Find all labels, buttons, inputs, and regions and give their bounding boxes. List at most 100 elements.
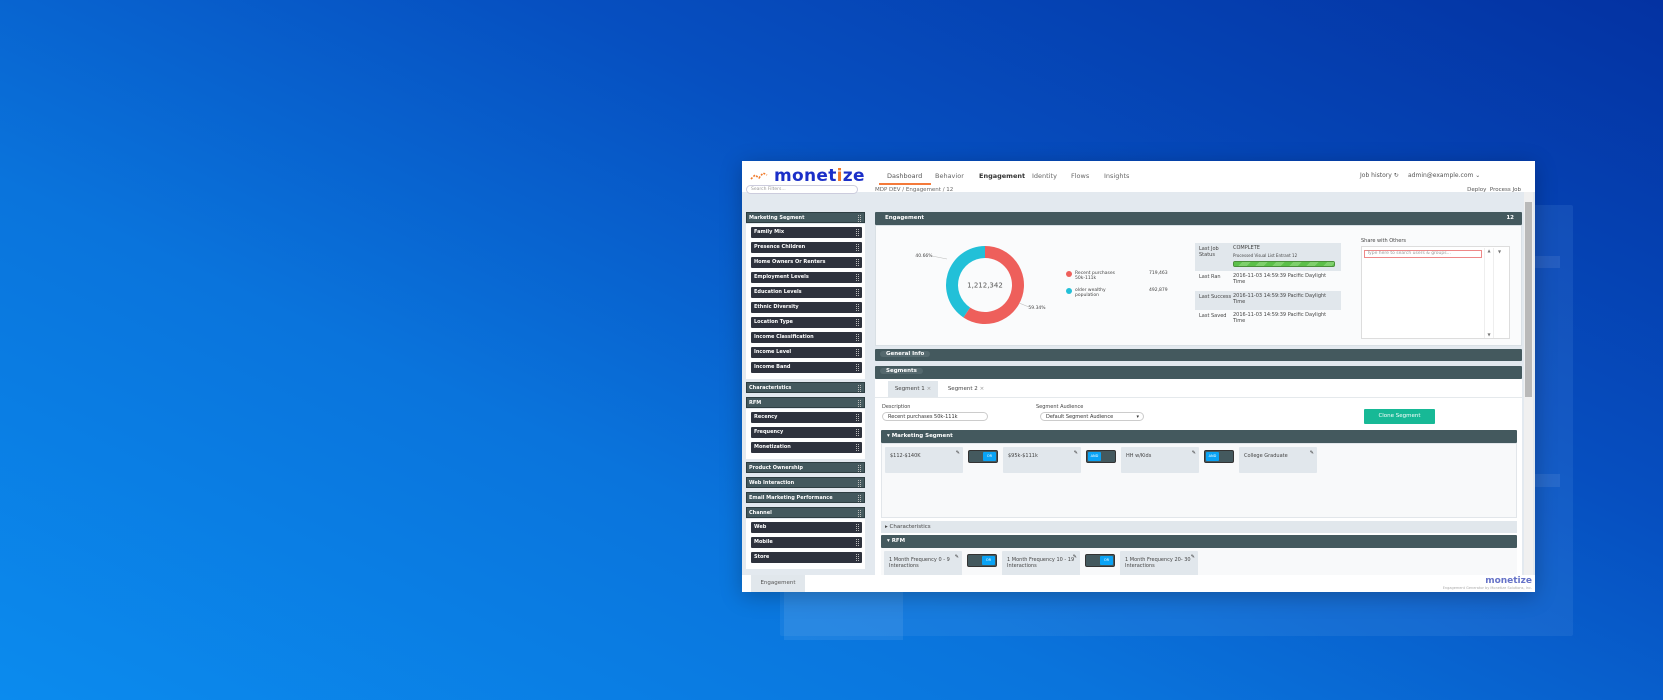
drag-handle-icon[interactable]	[858, 215, 861, 222]
sidebar-item-store[interactable]: Store	[751, 552, 862, 563]
drag-handle-icon[interactable]	[856, 414, 859, 421]
drag-handle-icon[interactable]	[856, 349, 859, 356]
sidebar-group-rfm[interactable]: RFM	[746, 397, 865, 408]
drag-handle-icon[interactable]	[858, 400, 861, 407]
job-history-link[interactable]: Job history ↻	[1360, 172, 1399, 179]
audience-select[interactable]: Default Segment Audience ▾	[1040, 412, 1144, 421]
sidebar-item-ethnic-diversity[interactable]: Ethnic Diversity	[751, 302, 862, 313]
nav-identity[interactable]: Identity	[1032, 172, 1057, 180]
sidebar-item-home-owners-or-renters[interactable]: Home Owners Or Renters	[751, 257, 862, 268]
rfm-header[interactable]: ▾ RFM	[881, 535, 1517, 548]
rule-card[interactable]: 1 Month Frequency 10 - 19 Interactions ✎	[1002, 551, 1080, 577]
characteristics-row[interactable]: ▸ Characteristics	[881, 521, 1517, 533]
segments-header[interactable]: Segments	[875, 366, 1522, 379]
footer-tab-engagement[interactable]: Engagement	[751, 575, 805, 592]
drag-handle-icon[interactable]	[856, 274, 859, 281]
operator-toggle[interactable]: OR	[968, 450, 998, 463]
deploy-link[interactable]: Deploy	[1467, 187, 1486, 193]
rule-card-label: $95k-$111k	[1008, 453, 1038, 459]
pin-icon[interactable]: ✎	[1192, 450, 1196, 456]
dropdown-arrow-icon: ▾	[1136, 414, 1139, 420]
tab-segment-2[interactable]: Segment 2 ×	[941, 381, 991, 397]
sidebar-item-employment-levels[interactable]: Employment Levels	[751, 272, 862, 283]
search-filters-input[interactable]: Search Filters...	[746, 185, 858, 194]
operator-toggle[interactable]: AND	[1086, 450, 1116, 463]
drag-handle-icon[interactable]	[856, 289, 859, 296]
sidebar-group-email-marketing-performance[interactable]: Email Marketing Performance	[746, 492, 865, 503]
drag-handle-icon[interactable]	[856, 444, 859, 451]
pin-icon[interactable]: ✎	[1074, 450, 1078, 456]
sidebar-group-label: Channel	[749, 510, 772, 516]
pin-icon[interactable]: ✎	[1073, 554, 1077, 560]
rule-card-label: 1 Month Frequency 20- 30 Interactions	[1125, 557, 1191, 569]
operator-toggle[interactable]: OR	[1085, 554, 1115, 567]
nav-insights[interactable]: Insights	[1104, 172, 1129, 180]
nav-flows[interactable]: Flows	[1071, 172, 1089, 180]
drag-handle-icon[interactable]	[858, 495, 861, 502]
logo[interactable]: monetize	[750, 166, 865, 186]
drag-handle-icon[interactable]	[856, 554, 859, 561]
sidebar-item-mobile[interactable]: Mobile	[751, 537, 862, 548]
drag-handle-icon[interactable]	[856, 334, 859, 341]
sidebar-item-location-type[interactable]: Location Type	[751, 317, 862, 328]
nav-engagement[interactable]: Engagement	[979, 172, 1025, 180]
general-info-header[interactable]: General Info	[875, 349, 1522, 361]
scrollbar-thumb[interactable]	[1525, 202, 1532, 397]
sidebar-item-income-band[interactable]: Income Band	[751, 362, 862, 373]
user-menu[interactable]: admin@example.com ⌄	[1408, 172, 1480, 179]
pin-icon[interactable]: ✎	[1310, 450, 1314, 456]
drag-handle-icon[interactable]	[856, 429, 859, 436]
drag-handle-icon[interactable]	[856, 259, 859, 266]
drag-handle-icon[interactable]	[856, 319, 859, 326]
operator-toggle[interactable]: OR	[967, 554, 997, 567]
drag-handle-icon[interactable]	[856, 244, 859, 251]
nav-behavior[interactable]: Behavior	[935, 172, 964, 180]
sidebar-item-income-level[interactable]: Income Level	[751, 347, 862, 358]
drag-handle-icon[interactable]	[856, 524, 859, 531]
rule-card[interactable]: 1 Month Frequency 20- 30 Interactions ✎	[1120, 551, 1198, 577]
sidebar-item-presence-children[interactable]: Presence Children	[751, 242, 862, 253]
sidebar-group-marketing-segment[interactable]: Marketing Segment	[746, 212, 865, 223]
rule-card[interactable]: HH w/Kids ✎	[1121, 447, 1199, 473]
sidebar-item-frequency[interactable]: Frequency	[751, 427, 862, 438]
clone-segment-button[interactable]: Clone Segment	[1364, 409, 1435, 424]
pin-icon[interactable]: ✎	[1191, 554, 1195, 560]
description-input[interactable]: Recent purchases 50k-111k	[882, 412, 988, 421]
drag-handle-icon[interactable]	[858, 385, 861, 392]
sidebar-group-channel[interactable]: Channel	[746, 507, 865, 518]
operator-toggle[interactable]: AND	[1204, 450, 1234, 463]
sidebar-group-product-ownership[interactable]: Product Ownership	[746, 462, 865, 473]
drag-handle-icon[interactable]	[858, 480, 861, 487]
main-scrollbar[interactable]	[1524, 192, 1533, 575]
rule-card[interactable]: 1 Month Frequency 0 - 9 Interactions ✎	[884, 551, 962, 577]
drag-handle-icon[interactable]	[856, 364, 859, 371]
close-icon[interactable]: ×	[927, 386, 932, 392]
nav-dashboard[interactable]: Dashboard	[887, 172, 922, 180]
sidebar-group-characteristics[interactable]: Characteristics	[746, 382, 865, 393]
drag-handle-icon[interactable]	[858, 465, 861, 472]
process-job-link[interactable]: Process Job	[1490, 187, 1521, 193]
drag-handle-icon[interactable]	[858, 510, 861, 517]
drag-handle-icon[interactable]	[856, 304, 859, 311]
pin-icon[interactable]: ✎	[956, 450, 960, 456]
share-search-input[interactable]: Type here to search users & groups...	[1364, 250, 1482, 258]
sidebar-group-web-interaction[interactable]: Web Interaction	[746, 477, 865, 488]
pin-icon[interactable]: ✎	[955, 554, 959, 560]
marketing-segment-header[interactable]: ▾ Marketing Segment	[881, 430, 1517, 443]
drag-handle-icon[interactable]	[856, 229, 859, 236]
tab-segment-1[interactable]: Segment 1 ×	[888, 381, 938, 397]
sidebar-item-family-mix[interactable]: Family Mix	[751, 227, 862, 238]
drag-handle-icon[interactable]	[856, 539, 859, 546]
progress-fill	[1234, 262, 1334, 266]
share-list-scrollbar[interactable]: ▲ ▼	[1484, 248, 1494, 338]
sidebar-item-recency[interactable]: Recency	[751, 412, 862, 423]
close-icon[interactable]: ×	[980, 386, 985, 392]
sidebar-item-monetization[interactable]: Monetization	[751, 442, 862, 453]
share-dropdown-arrow-icon[interactable]: ▼	[1498, 249, 1501, 254]
rule-card[interactable]: College Graduate ✎	[1239, 447, 1317, 473]
rule-card[interactable]: $112-$140K ✎	[885, 447, 963, 473]
sidebar-item-web[interactable]: Web	[751, 522, 862, 533]
rule-card[interactable]: $95k-$111k ✎	[1003, 447, 1081, 473]
sidebar-item-income-classification[interactable]: Income Classification	[751, 332, 862, 343]
sidebar-item-education-levels[interactable]: Education Levels	[751, 287, 862, 298]
